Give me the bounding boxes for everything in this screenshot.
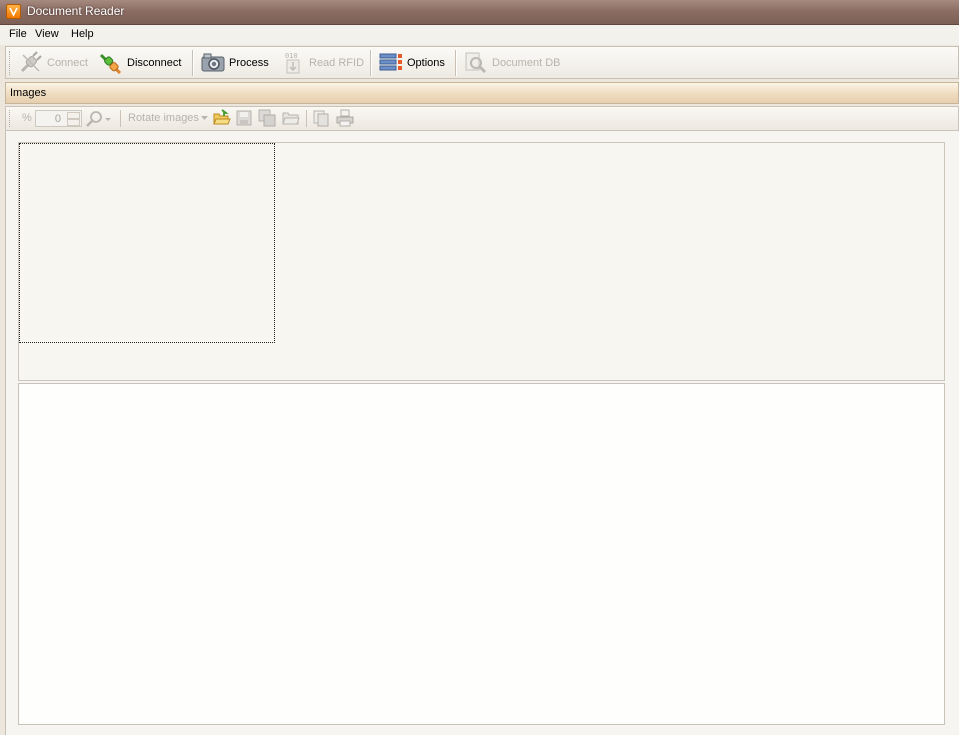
menu-file[interactable]: File [9, 28, 27, 40]
app-icon [6, 4, 21, 19]
toolbar-separator [370, 50, 372, 76]
connect-button[interactable]: Connect [18, 50, 88, 76]
printer-icon[interactable] [336, 109, 354, 127]
connect-label: Connect [47, 57, 88, 69]
copy-icon[interactable] [313, 110, 330, 127]
open-folder-icon[interactable] [213, 109, 231, 127]
window-title: Document Reader [27, 4, 125, 18]
document-db-button[interactable]: Document DB [463, 50, 560, 76]
images-panel-title: Images [10, 87, 47, 99]
save-all-icon[interactable] [258, 109, 276, 127]
svg-text:010: 010 [285, 52, 298, 60]
read-rfid-label: Read RFID [309, 57, 365, 69]
toolbar-separator [306, 110, 307, 127]
disconnect-label: Disconnect [127, 57, 182, 69]
zoom-spinner[interactable]: 0 [35, 110, 82, 127]
image-thumbnail-placeholder[interactable] [19, 143, 275, 343]
title-bar: Document Reader [0, 0, 959, 25]
menu-bar: File View Help [0, 25, 959, 45]
zoom-down-button[interactable] [67, 119, 80, 126]
process-label: Process [229, 57, 269, 69]
menu-view[interactable]: View [35, 28, 59, 40]
rotate-images-label[interactable]: Rotate images [128, 112, 199, 124]
folder-icon[interactable] [282, 110, 300, 126]
process-button[interactable]: Process [200, 50, 269, 76]
read-rfid-button[interactable]: 010 Read RFID [282, 50, 364, 76]
zoom-percent-label: % [22, 112, 32, 124]
toolbar-grip[interactable] [9, 110, 12, 127]
document-search-icon [465, 52, 487, 74]
zoom-value: 0 [54, 113, 61, 125]
zoom-up-button[interactable] [67, 112, 80, 119]
options-label: Options [407, 57, 445, 69]
save-disk-icon[interactable] [236, 110, 252, 126]
toolbar-separator [192, 50, 194, 76]
toolbar-separator [455, 50, 457, 76]
images-panel-header: Images [5, 82, 959, 104]
toolbar-separator [120, 110, 121, 127]
disconnect-plug-icon [99, 53, 122, 75]
options-button[interactable]: Options [378, 50, 445, 76]
menu-help[interactable]: Help [71, 28, 94, 40]
options-list-icon [379, 53, 402, 71]
images-toolbar: % 0 Rotate images [5, 106, 959, 131]
main-toolbar: Connect Disconnect Process 010 Read RFID [5, 46, 959, 79]
scanner-camera-icon [201, 53, 225, 72]
plug-icon [20, 51, 42, 73]
rfid-chip-icon: 010 [285, 52, 300, 74]
chevron-down-icon[interactable] [201, 116, 208, 121]
disconnect-button[interactable]: Disconnect [98, 50, 181, 76]
image-viewer[interactable] [18, 383, 945, 725]
zoom-magnifier-icon[interactable] [85, 110, 113, 128]
document-db-label: Document DB [492, 57, 561, 69]
toolbar-grip[interactable] [9, 51, 12, 75]
